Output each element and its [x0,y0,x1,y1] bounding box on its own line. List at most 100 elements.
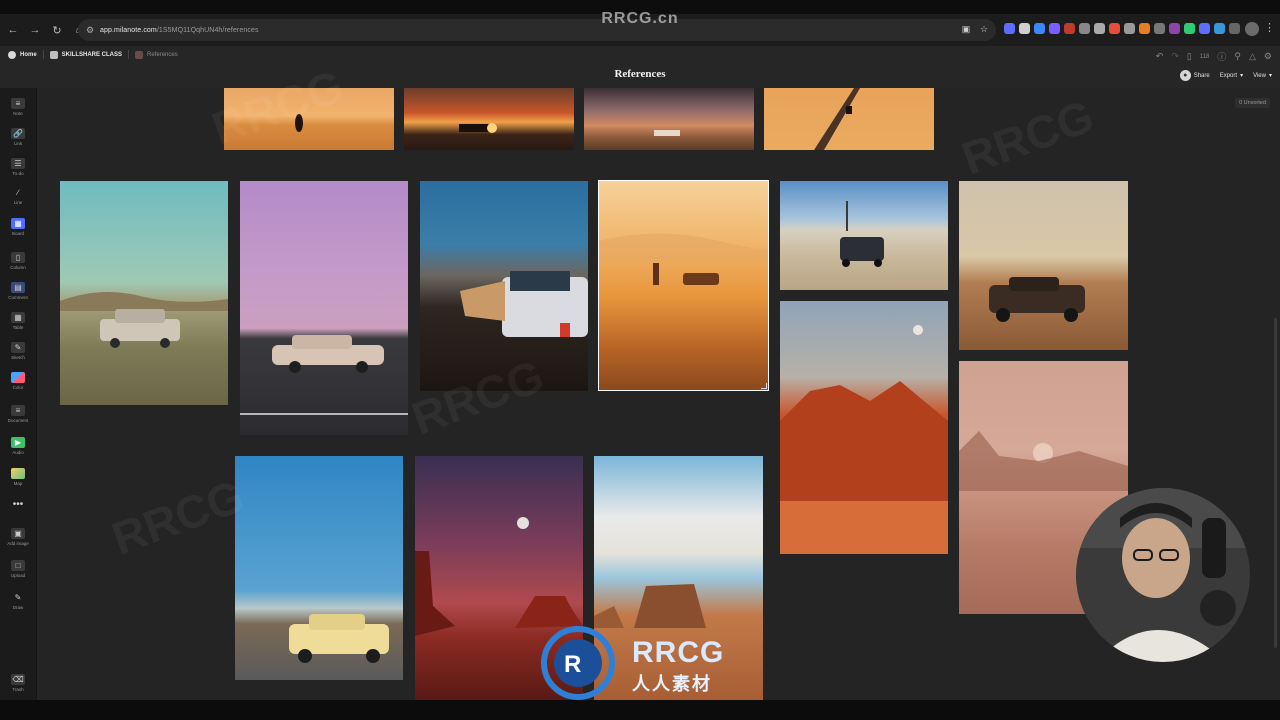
screen: ← → ↻ ⌂ ⚙ app.milanote.com/1S5MQ11QqhUN4… [0,0,1280,720]
image-card[interactable] [959,181,1128,350]
undo-icon[interactable]: ↶ [1156,51,1164,62]
export-label: Export [1219,72,1238,79]
image-card[interactable] [240,181,408,435]
image-card[interactable] [224,88,394,150]
tool-audio[interactable]: ▶ Audio [0,437,36,455]
tool-upload[interactable]: □ Upload [0,560,36,578]
sketch-icon: ✎ [11,342,25,353]
share-label: Share [1193,72,1210,79]
bell-icon[interactable]: △ [1249,51,1256,62]
tool-more[interactable]: ••• [0,499,36,510]
tool-sketch[interactable]: ✎ Sketch [0,342,36,360]
tool-label: Draw [12,605,24,610]
tool-todo[interactable]: ☰ To-do [0,158,36,176]
breadcrumb-divider [42,50,44,59]
upload-icon: □ [11,560,25,571]
add-image-icon: ▣ [11,528,25,539]
header-actions: ● Share Export ▾ View ▾ [1179,70,1272,81]
pink-sky-car-image [240,335,408,415]
share-button[interactable]: ● Share [1179,70,1210,81]
image-card[interactable] [404,88,574,150]
board-icon: ▦ [11,218,25,229]
breadcrumb-class[interactable]: SKILLSHARE CLASS [49,50,122,59]
tool-label: Audio [12,450,24,455]
column-icon: ▯ [11,252,25,263]
tool-comment[interactable]: ▤ Comment [0,282,36,300]
tool-color[interactable]: Color [0,372,36,390]
tool-link[interactable]: 🔗 Link [0,128,36,146]
canvas-scrollbar[interactable] [1274,318,1277,648]
image-card[interactable] [235,456,403,680]
view-button[interactable]: View ▾ [1253,72,1272,80]
milanote-logo-icon [8,50,16,59]
tool-label: Upload [10,573,26,578]
presenter-video-image [1076,488,1250,662]
tool-label: To-do [12,171,24,176]
tool-board[interactable]: ▦ Board [0,218,36,236]
user-avatar: ● [1179,70,1191,81]
image-card-selected[interactable] [598,180,769,391]
tool-add-image[interactable]: ▣ Add image [0,528,36,546]
color-icon [11,372,25,383]
tool-label: Trash [12,687,24,692]
tool-label: Add image [7,541,29,546]
image-card[interactable] [764,88,934,150]
link-icon: 🔗 [11,128,25,139]
watermark-top-text: RRCG.cn [601,10,679,27]
desert-figure-image [295,114,303,132]
image-card[interactable] [60,181,228,405]
settings-icon[interactable]: ⚙ [1264,51,1272,62]
car-on-dirt-road-image [840,201,884,267]
audio-icon: ▶ [11,437,25,448]
resize-handle[interactable] [761,383,767,389]
document-icon: ≡ [11,405,25,416]
webcam-overlay [1076,488,1250,662]
logo-brand-text: RRCG [632,636,725,669]
image-card[interactable] [780,181,948,290]
tool-sidebar: ≡ Note 🔗 Link ☰ To-do ∕ Line ▦ Board ▯ Column … [0,88,37,700]
tool-label: Board [11,231,24,236]
tool-label: Column [10,265,26,270]
tool-note[interactable]: ≡ Note [0,98,36,116]
table-icon: ▦ [11,312,25,323]
redo-icon[interactable]: ↷ [1171,51,1179,62]
app-header: Home SKILLSHARE CLASS References Referen… [0,46,1280,88]
search-icon[interactable]: ⚲ [1234,51,1241,62]
breadcrumb-references[interactable]: References [135,50,178,59]
breadcrumb-divider [128,50,130,59]
device-count: 118 [1199,53,1210,60]
tool-label: Color [12,385,24,390]
board-icon [49,50,58,59]
image-card[interactable] [420,181,588,391]
tool-label: Line [13,200,23,205]
tool-label: Note [13,111,23,116]
tool-table[interactable]: ▦ Table [0,312,36,330]
tool-draw[interactable]: ✎ Draw [0,592,36,610]
chevron-down-icon: ▾ [1240,73,1244,79]
night-car-doors-open-image [460,271,588,337]
unsorted-badge[interactable]: 0 Unsorted [1235,98,1270,108]
help-icon[interactable]: ⓘ [1217,50,1226,63]
breadcrumb-label: Home [20,51,37,58]
tool-column[interactable]: ▯ Column [0,252,36,270]
svg-text:R: R [564,651,581,678]
desert-road-image [814,88,860,150]
note-icon: ≡ [11,98,25,109]
image-card[interactable] [584,88,754,150]
tool-map[interactable]: Map [0,468,36,486]
red-rock-mountain-image [780,325,948,554]
rrcg-logo-icon: R [541,626,615,700]
tool-line[interactable]: ∕ Line [0,187,36,205]
tool-document[interactable]: ≡ Document [0,405,36,423]
chevron-down-icon: ▾ [1268,73,1272,79]
device-icon[interactable]: ▯ [1187,51,1192,62]
comment-icon: ▤ [11,282,25,293]
map-icon [11,468,25,479]
foggy-orange-desert-image [599,233,768,285]
tool-trash[interactable]: ⌫ Trash [0,674,36,692]
image-card[interactable] [780,301,948,554]
export-button[interactable]: Export ▾ [1219,72,1244,80]
tool-label: Document [7,418,29,423]
yellow-car-road-image [289,614,389,663]
breadcrumb-home[interactable]: Home [8,50,37,59]
